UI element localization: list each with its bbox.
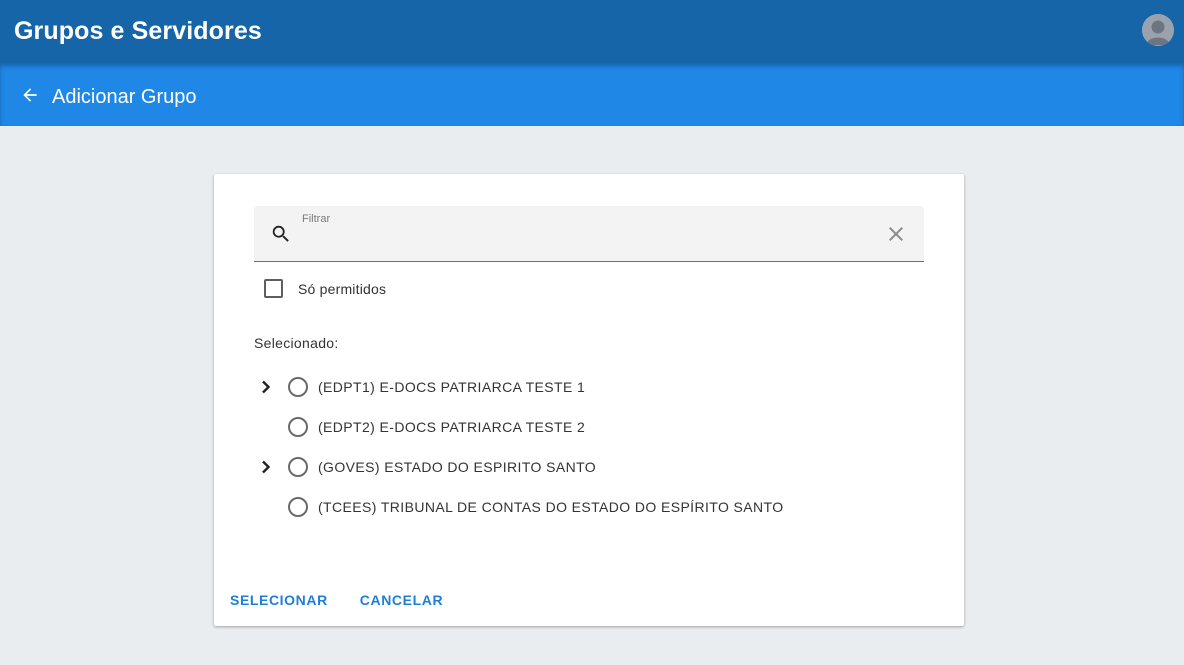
- app-title: Grupos e Servidores: [14, 17, 262, 45]
- tree-item-label: (GOVES) ESTADO DO ESPIRITO SANTO: [318, 459, 597, 475]
- sub-toolbar: Adicionar Grupo: [0, 63, 1184, 126]
- tree-item[interactable]: (EDPT1) E-DOCS PATRIARCA TESTE 1: [254, 372, 914, 402]
- filter-input[interactable]: [302, 228, 872, 252]
- tree-item-label: (TCEES) TRIBUNAL DE CONTAS DO ESTADO DO …: [318, 499, 784, 515]
- account-avatar-icon[interactable]: [1142, 14, 1174, 46]
- chevron-right-icon[interactable]: [258, 377, 274, 397]
- radio-button[interactable]: [288, 457, 308, 477]
- select-button[interactable]: SELECIONAR: [230, 590, 328, 610]
- only-allowed-checkbox-row[interactable]: Só permitidos: [264, 279, 386, 298]
- only-allowed-checkbox[interactable]: [264, 279, 283, 298]
- close-icon[interactable]: [884, 222, 908, 246]
- tree-item[interactable]: (TCEES) TRIBUNAL DE CONTAS DO ESTADO DO …: [254, 492, 914, 522]
- tree-item[interactable]: (GOVES) ESTADO DO ESPIRITO SANTO: [254, 452, 914, 482]
- radio-button[interactable]: [288, 497, 308, 517]
- tree-item-label: (EDPT2) E-DOCS PATRIARCA TESTE 2: [318, 419, 586, 435]
- radio-button[interactable]: [288, 417, 308, 437]
- selected-label: Selecionado:: [254, 335, 339, 351]
- group-selection-dialog: Filtrar Só permitidos Selecionado: (EDPT…: [214, 174, 964, 626]
- dialog-actions: SELECIONAR CANCELAR: [230, 590, 475, 610]
- filter-field[interactable]: Filtrar: [254, 206, 924, 262]
- app-bar: Grupos e Servidores: [0, 0, 1184, 63]
- only-allowed-label: Só permitidos: [298, 280, 387, 297]
- tree-item-label: (EDPT1) E-DOCS PATRIARCA TESTE 1: [318, 379, 586, 395]
- cancel-button[interactable]: CANCELAR: [360, 590, 443, 610]
- tree-item[interactable]: (EDPT2) E-DOCS PATRIARCA TESTE 2: [254, 412, 914, 442]
- chevron-right-icon[interactable]: [258, 457, 274, 477]
- arrow-back-icon[interactable]: [18, 83, 42, 107]
- page-title: Adicionar Grupo: [52, 86, 197, 108]
- radio-button[interactable]: [288, 377, 308, 397]
- filter-label: Filtrar: [302, 213, 331, 225]
- search-icon: [270, 223, 292, 245]
